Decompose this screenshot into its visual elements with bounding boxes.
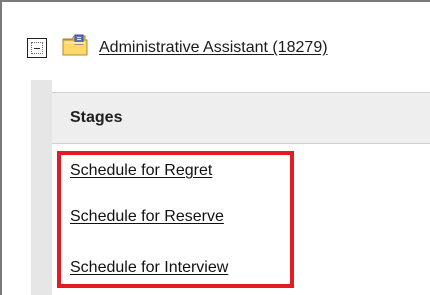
folder-icon [62, 34, 88, 56]
tree-gutter [31, 80, 52, 295]
schedule-interview-link[interactable]: Schedule for Interview [70, 259, 228, 277]
collapse-toggle-icon[interactable] [27, 38, 47, 58]
schedule-regret-link[interactable]: Schedule for Regret [70, 162, 212, 180]
panel-top-border [0, 0, 430, 2]
stages-title: Stages [70, 109, 123, 126]
job-tree-row: Administrative Assistant (18279) [27, 33, 328, 63]
stages-header: Stages [52, 92, 430, 144]
panel-left-border [0, 0, 2, 295]
schedule-reserve-link[interactable]: Schedule for Reserve [70, 208, 224, 226]
stages-panel: Administrative Assistant (18279) Stages … [0, 0, 430, 295]
job-title-link[interactable]: Administrative Assistant (18279) [99, 39, 328, 57]
